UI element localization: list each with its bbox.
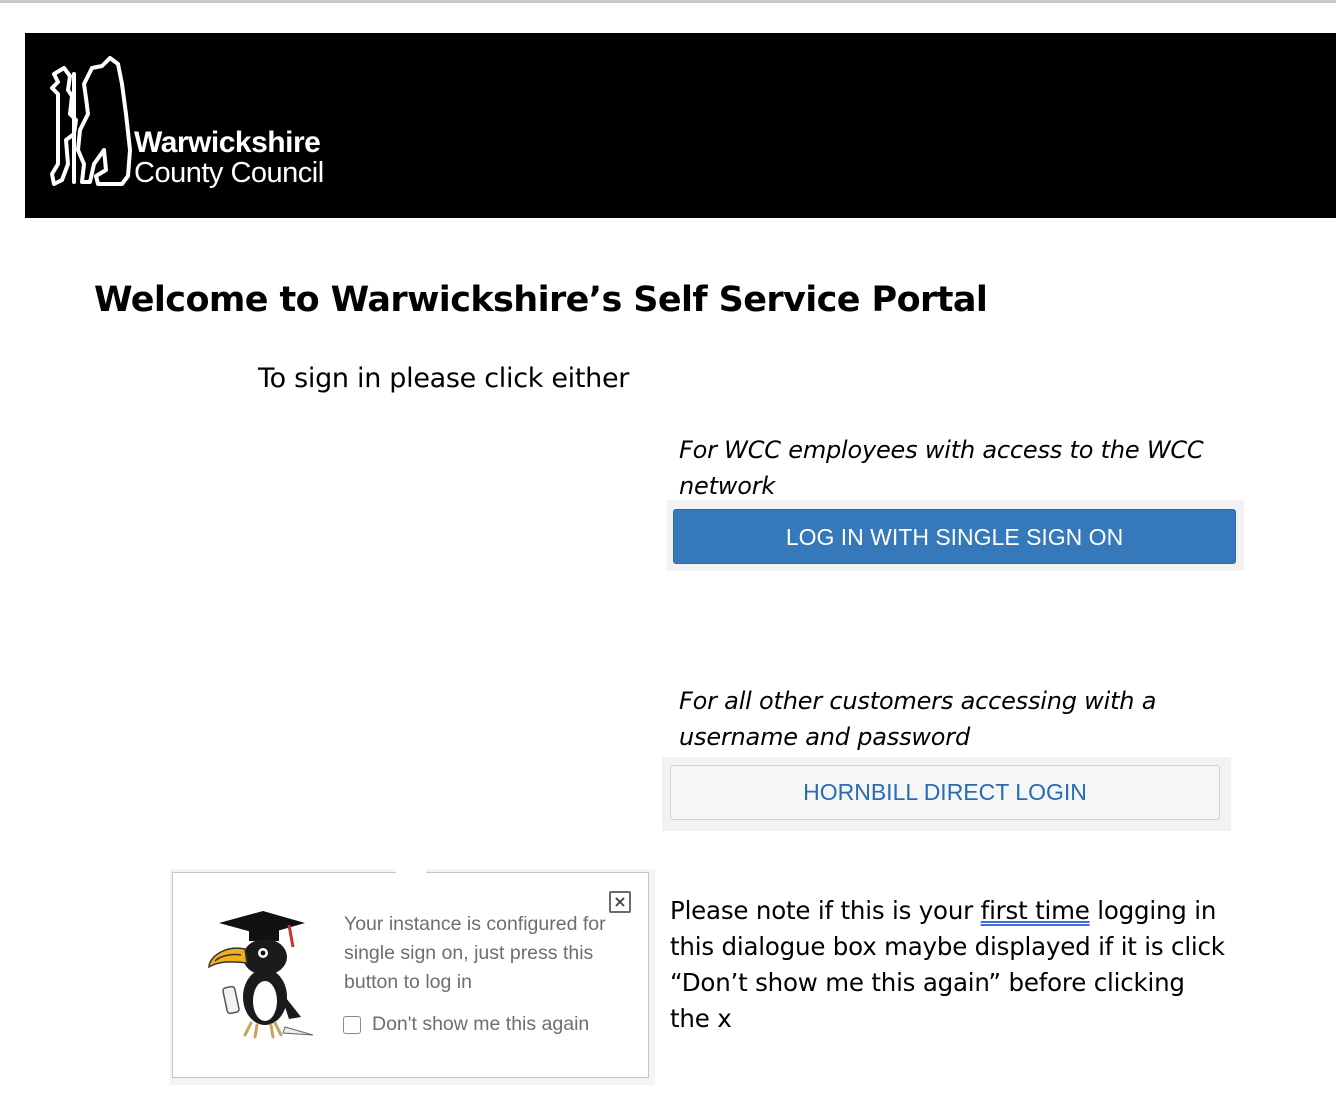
direct-login-caption: For all other customers accessing with a… — [679, 687, 1157, 751]
dont-show-again-checkbox[interactable] — [343, 1015, 361, 1034]
note-first-time-emphasis: first time — [980, 896, 1090, 925]
sso-caption: For WCC employees with access to the WCC… — [679, 436, 1204, 500]
dialog-message: Your instance is configured for single s… — [344, 913, 606, 993]
hornbill-direct-login-button[interactable]: HORNBILL DIRECT LOGIN — [670, 765, 1220, 820]
logo-text-warwickshire: Warwickshire — [134, 126, 321, 159]
top-divider — [0, 0, 1336, 3]
note-text-before: Please note if this is your — [670, 896, 981, 925]
hornbill-mascot-icon — [208, 911, 314, 1039]
dialog-pointer — [396, 867, 426, 873]
council-name: Warwickshire County Council — [134, 126, 324, 189]
single-sign-on-button[interactable]: LOG IN WITH SINGLE SIGN ON — [673, 509, 1236, 564]
page-title: Welcome to Warwickshire’s Self Service P… — [94, 280, 988, 320]
logo-text-county-council: County Council — [134, 157, 324, 189]
dont-show-again-label: Don't show me this again — [372, 1013, 590, 1035]
dont-show-again-option[interactable]: Don't show me this again — [343, 1013, 589, 1036]
first-time-note: Please note if this is your first time l… — [670, 893, 1230, 1037]
sign-in-instructions: To sign in please click either — [258, 363, 630, 394]
